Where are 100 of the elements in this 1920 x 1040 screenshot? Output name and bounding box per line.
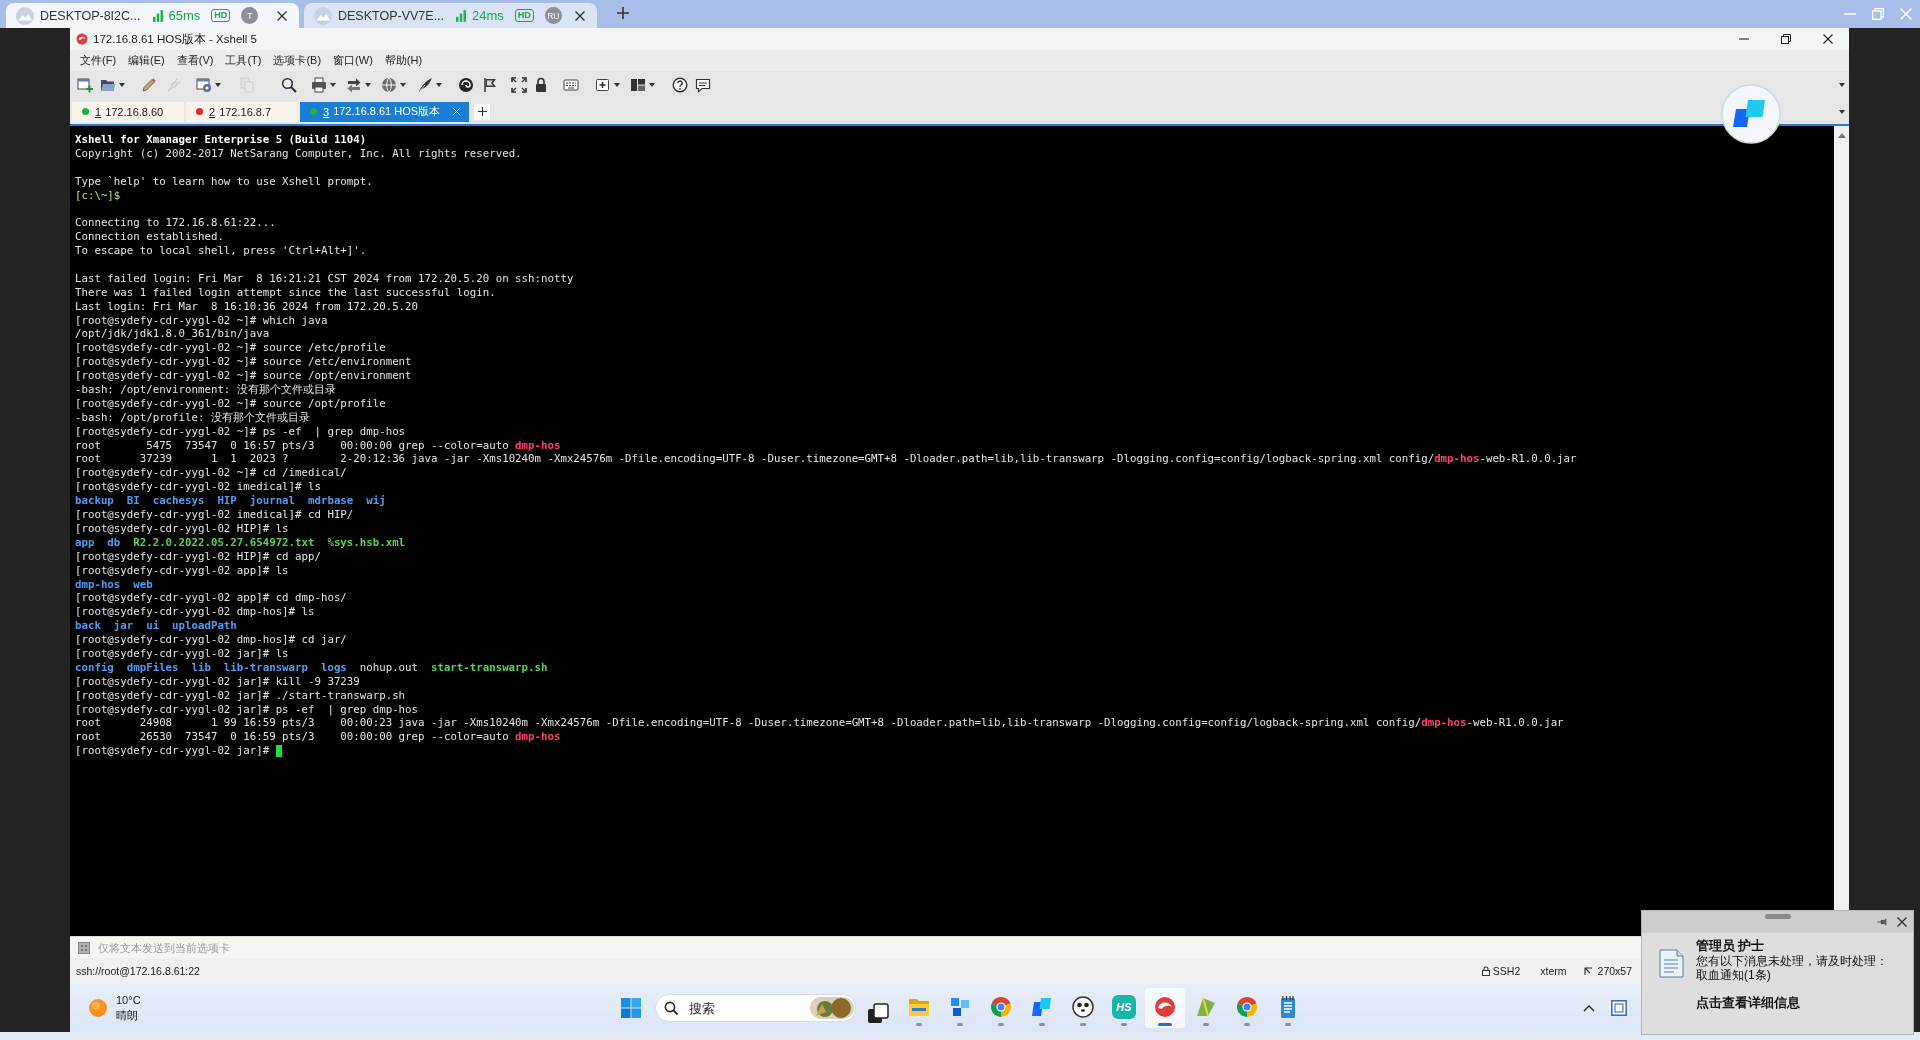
menu-item[interactable]: 窗口(W)	[327, 53, 379, 68]
flag-icon	[482, 77, 498, 93]
session-tab[interactable]: 3 172.16.8.61 HOS版本	[300, 101, 470, 122]
session-tab[interactable]: 1 172.16.8.60	[72, 101, 184, 122]
close-icon	[453, 108, 461, 115]
plus-icon	[617, 7, 629, 19]
menu-item[interactable]: 编辑(E)	[122, 53, 171, 68]
terminal-line: -bash: /opt/profile: 没有那个文件或目录	[75, 410, 310, 425]
pencil-icon	[141, 77, 157, 93]
swirl-icon	[458, 77, 474, 93]
keyboard-icon	[563, 77, 579, 93]
connection-tab[interactable]: DESKTOP-VV7E... 24ms HD RU	[304, 3, 597, 28]
terminal-line: Connection established.	[75, 230, 224, 245]
globe-icon	[381, 77, 397, 93]
terminal-line: root 5475 73547 0 16:57 pts/3 00:00:00 grep --color=auto dmp-hos	[75, 438, 561, 453]
notification-sender: 管理员 护士	[1696, 939, 1765, 954]
new-tab-button[interactable]	[474, 103, 491, 120]
tiles-logo-icon[interactable]	[1721, 84, 1781, 144]
scroll-up-icon[interactable]	[1837, 133, 1846, 138]
plug-icon	[166, 77, 182, 93]
landscape-icon	[314, 6, 332, 25]
terminal-size-label: 270x57	[1597, 965, 1632, 977]
terminal-line: Xshell for Xmanager Enterprise 5 (Build 1104)	[75, 133, 367, 147]
terminal-line: [root@sydefy-cdr-yygl-02 HIP]# cd app/	[75, 549, 321, 564]
terminal-line: Last login: Fri Mar 8 16:10:36 2024 from 172.20.5.20	[75, 299, 419, 314]
terminal-line: dmp-hos web	[75, 577, 153, 592]
notification-detail: 取血通知(1条)	[1696, 968, 1771, 983]
terminal-line: [root@sydefy-cdr-yygl-02 jar]# ./start-transwarp.sh	[75, 688, 406, 703]
terminal-line: back jar ui uploadPath	[75, 619, 237, 634]
chat-icon	[695, 77, 711, 93]
menu-item[interactable]: 查看(V)	[170, 53, 220, 68]
terminal-line: [root@sydefy-cdr-yygl-02 app]# cd dmp-hos/	[75, 591, 347, 606]
columns-icon	[630, 77, 646, 93]
terminal-line: [root@sydefy-cdr-yygl-02 ~]# source /opt/environment	[75, 369, 412, 384]
terminal-line: To escape to local shell, press 'Ctrl+Alt+]'.	[75, 244, 367, 259]
restore-icon	[1781, 34, 1791, 44]
details-link[interactable]: 点击查看详细信息	[1696, 995, 1800, 1010]
app-logo-tile: HS	[1112, 995, 1136, 1019]
stacked-squares-icon	[866, 1002, 890, 1026]
menu-item[interactable]: 选项卡(B)	[267, 53, 328, 68]
tiles-logo-icon	[1030, 995, 1054, 1019]
connection-tab[interactable]: DESKTOP-8I2C... 65ms HD T	[6, 3, 299, 28]
latency-text: 24ms	[472, 8, 504, 23]
user-avatar: T	[241, 7, 259, 24]
terminal-line: /opt/jdk/jdk1.8.0_361/bin/java	[75, 327, 270, 342]
terminal-line: app db R2.2.0.2022.05.27.654972.txt %sys.hsb.xml	[75, 535, 406, 550]
grid-square-icon	[78, 941, 90, 954]
close-icon	[277, 10, 287, 21]
terminal-line: [root@sydefy-cdr-yygl-02 dmp-hos]# cd jar/	[75, 633, 347, 647]
highlight-image-icon[interactable]	[810, 996, 854, 1020]
caret-icon[interactable]	[1839, 109, 1845, 114]
window-plus-icon	[77, 77, 93, 93]
window-title: 172.16.8.61 HOS版本 - Xshell 5	[93, 31, 257, 47]
close-icon	[1900, 8, 1912, 20]
terminal-line: [root@sydefy-cdr-yygl-02 ~]# cd /imedical/	[75, 466, 347, 481]
terminal-line: root 37239 1 1 2023 ? 2-20:12:36 java -jar -Xms10240m -Xmx24576m -Dfile.encoding=UTF-8 -Duser.timezone=GMT+8 -Dloader.path=lib,lib-transwarp -Dlogging.config=config/logback-spring.xml config/dmp-hos-web-R1.0.0.jar	[75, 452, 1577, 467]
input-box-icon[interactable]	[1611, 1000, 1627, 1016]
close-button[interactable]	[1895, 915, 1909, 929]
close-icon	[1897, 917, 1907, 927]
terminal-line: backup BI cachesys HIP journal mdrbase wij	[75, 494, 386, 509]
terminal-line: [root@sydefy-cdr-yygl-02 imedical]# cd HIP/	[75, 508, 354, 522]
quality-badge: HD	[211, 9, 231, 22]
print-button[interactable]	[309, 74, 338, 96]
terminal-line: root 26530 73547 0 16:59 pts/3 00:00:00 grep --color=auto dmp-hos	[75, 730, 561, 745]
panda-icon	[1071, 995, 1095, 1019]
menu-item[interactable]: 工具(T)	[219, 53, 268, 68]
lock-icon	[533, 77, 549, 93]
terminal-line: [root@sydefy-cdr-yygl-02 jar]# ls	[75, 646, 289, 661]
terminal-line: [root@sydefy-cdr-yygl-02 jar]# kill -9 37239	[75, 674, 360, 689]
pin-icon	[1877, 917, 1887, 927]
terminal-line: [root@sydefy-cdr-yygl-02 HIP]# ls	[75, 521, 289, 536]
terminal-line: Connecting to 172.16.8.61:22...	[75, 216, 276, 231]
signal-bars-icon	[152, 9, 163, 22]
close-tab-button[interactable]	[573, 8, 587, 23]
chevron-up-icon[interactable]	[1583, 1004, 1595, 1012]
signal-bars-icon	[456, 9, 467, 22]
terminal-line: [root@sydefy-cdr-yygl-02 ~]# source /etc/profile	[75, 341, 386, 356]
circle-logo-icon	[1235, 995, 1259, 1019]
caret-icon[interactable]	[1839, 83, 1845, 87]
landscape-icon	[16, 6, 34, 25]
close-tab-button[interactable]	[275, 8, 289, 23]
menu-item[interactable]: 帮助(H)	[378, 53, 429, 68]
terminal-line: Type `help' to learn how to use Xshell prompt.	[75, 174, 373, 189]
terminal-line: [root@sydefy-cdr-yygl-02 ~]# source /etc/environment	[75, 355, 412, 370]
compose-field[interactable]: 仅将文本发送到当前选项卡	[98, 941, 358, 954]
terminal-line: Last failed login: Fri Mar 8 16:21:21 CST 2024 from 172.20.5.20 on ssh:notty	[75, 271, 574, 286]
terminal-line: [root@sydefy-cdr-yygl-02 dmp-hos]# ls	[75, 605, 315, 620]
session-tab[interactable]: 2 172.16.8.7	[186, 101, 298, 122]
help-icon	[672, 77, 688, 93]
search-icon	[664, 1001, 678, 1015]
terminal-app-button[interactable]	[1145, 988, 1185, 1028]
connection-address: ssh://root@172.16.8.61:22	[76, 965, 200, 977]
close-icon	[1823, 34, 1833, 44]
plus-icon	[477, 107, 487, 116]
menu-item[interactable]: 文件(F)	[74, 53, 123, 68]
terminal-line: [root@sydefy-cdr-yygl-02 jar]#	[75, 744, 270, 759]
drag-handle-icon[interactable]	[1764, 914, 1791, 919]
fullscreen-button[interactable]	[509, 74, 529, 96]
leaf-icon	[1194, 995, 1218, 1019]
circle-logo-icon	[989, 995, 1013, 1019]
